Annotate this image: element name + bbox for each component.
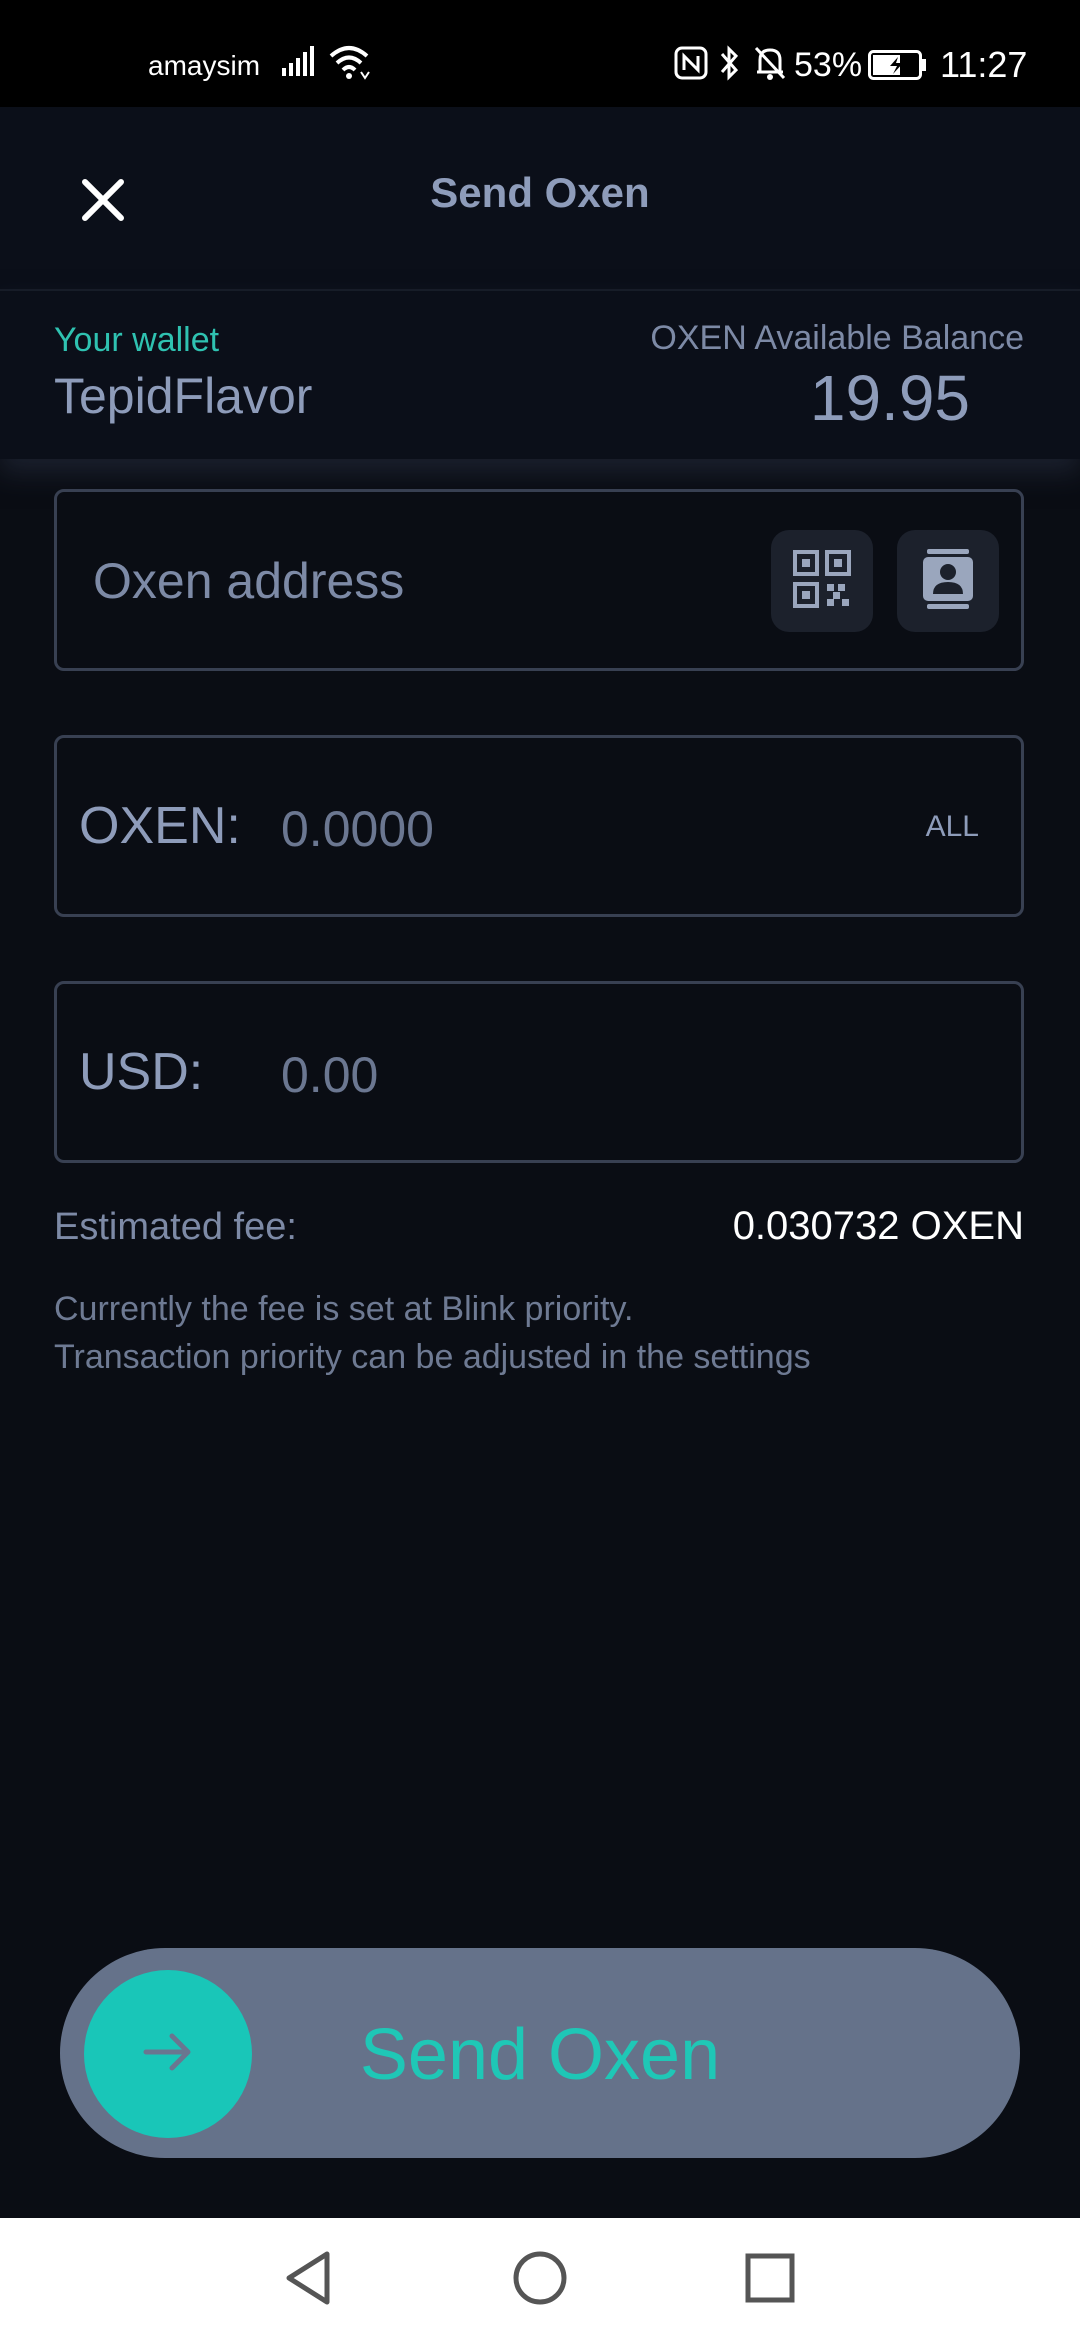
all-button[interactable]: ALL	[926, 810, 979, 844]
fee-note: Currently the fee is set at Blink priori…	[54, 1290, 634, 1328]
carrier-name: amaysim	[148, 50, 261, 81]
status-bar: amaysim 53% 11:27	[0, 0, 1080, 107]
usd-prefix: USD:	[79, 1043, 204, 1101]
send-oxen-screen: amaysim 53% 11:27 Send Oxen Your wallet …	[0, 0, 1080, 2340]
page-title: Send Oxen	[430, 169, 650, 216]
arrow-right-icon	[140, 2024, 196, 2085]
fee-settings-note: Transaction priority can be adjusted in …	[54, 1338, 811, 1376]
home-icon	[512, 2250, 568, 2311]
balance-label: OXEN Available Balance	[650, 319, 1024, 357]
oxen-amount-input[interactable]	[279, 790, 843, 868]
slider-knob[interactable]	[84, 1970, 252, 2138]
back-icon	[283, 2250, 333, 2311]
recent-apps-button[interactable]	[738, 2248, 802, 2312]
balance-value: 19.95	[809, 362, 970, 434]
scan-qr-button[interactable]	[771, 530, 873, 632]
signal-icon	[282, 46, 318, 81]
mute-icon	[752, 44, 788, 87]
address-field	[54, 489, 1024, 671]
wallet-name: TepidFlavor	[54, 368, 313, 424]
oxen-prefix: OXEN:	[79, 797, 241, 855]
usd-amount-input[interactable]	[279, 1036, 843, 1114]
clock: 11:27	[940, 44, 1028, 85]
bluetooth-icon	[718, 44, 742, 87]
fee-label: Estimated fee:	[54, 1206, 297, 1248]
recent-apps-icon	[745, 2253, 795, 2308]
address-input[interactable]	[91, 542, 775, 620]
back-button[interactable]	[276, 2248, 340, 2312]
battery-percent: 53%	[794, 46, 863, 84]
wifi-icon	[328, 44, 370, 85]
header: Send Oxen	[0, 107, 1080, 291]
oxen-amount-field: OXEN: ALL	[54, 735, 1024, 917]
contacts-icon	[917, 548, 979, 615]
send-slider[interactable]: Send Oxen	[60, 1948, 1020, 2158]
fee-value: 0.030732 OXEN	[732, 1204, 1024, 1248]
address-book-button[interactable]	[897, 530, 999, 632]
wallet-summary: Your wallet TepidFlavor OXEN Available B…	[0, 291, 1080, 459]
qr-code-icon	[793, 549, 851, 613]
usd-amount-field: USD:	[54, 981, 1024, 1163]
battery-icon	[868, 50, 928, 85]
home-button[interactable]	[508, 2248, 572, 2312]
system-nav-bar	[0, 2218, 1080, 2340]
nfc-icon	[674, 46, 708, 85]
wallet-label: Your wallet	[54, 321, 220, 359]
